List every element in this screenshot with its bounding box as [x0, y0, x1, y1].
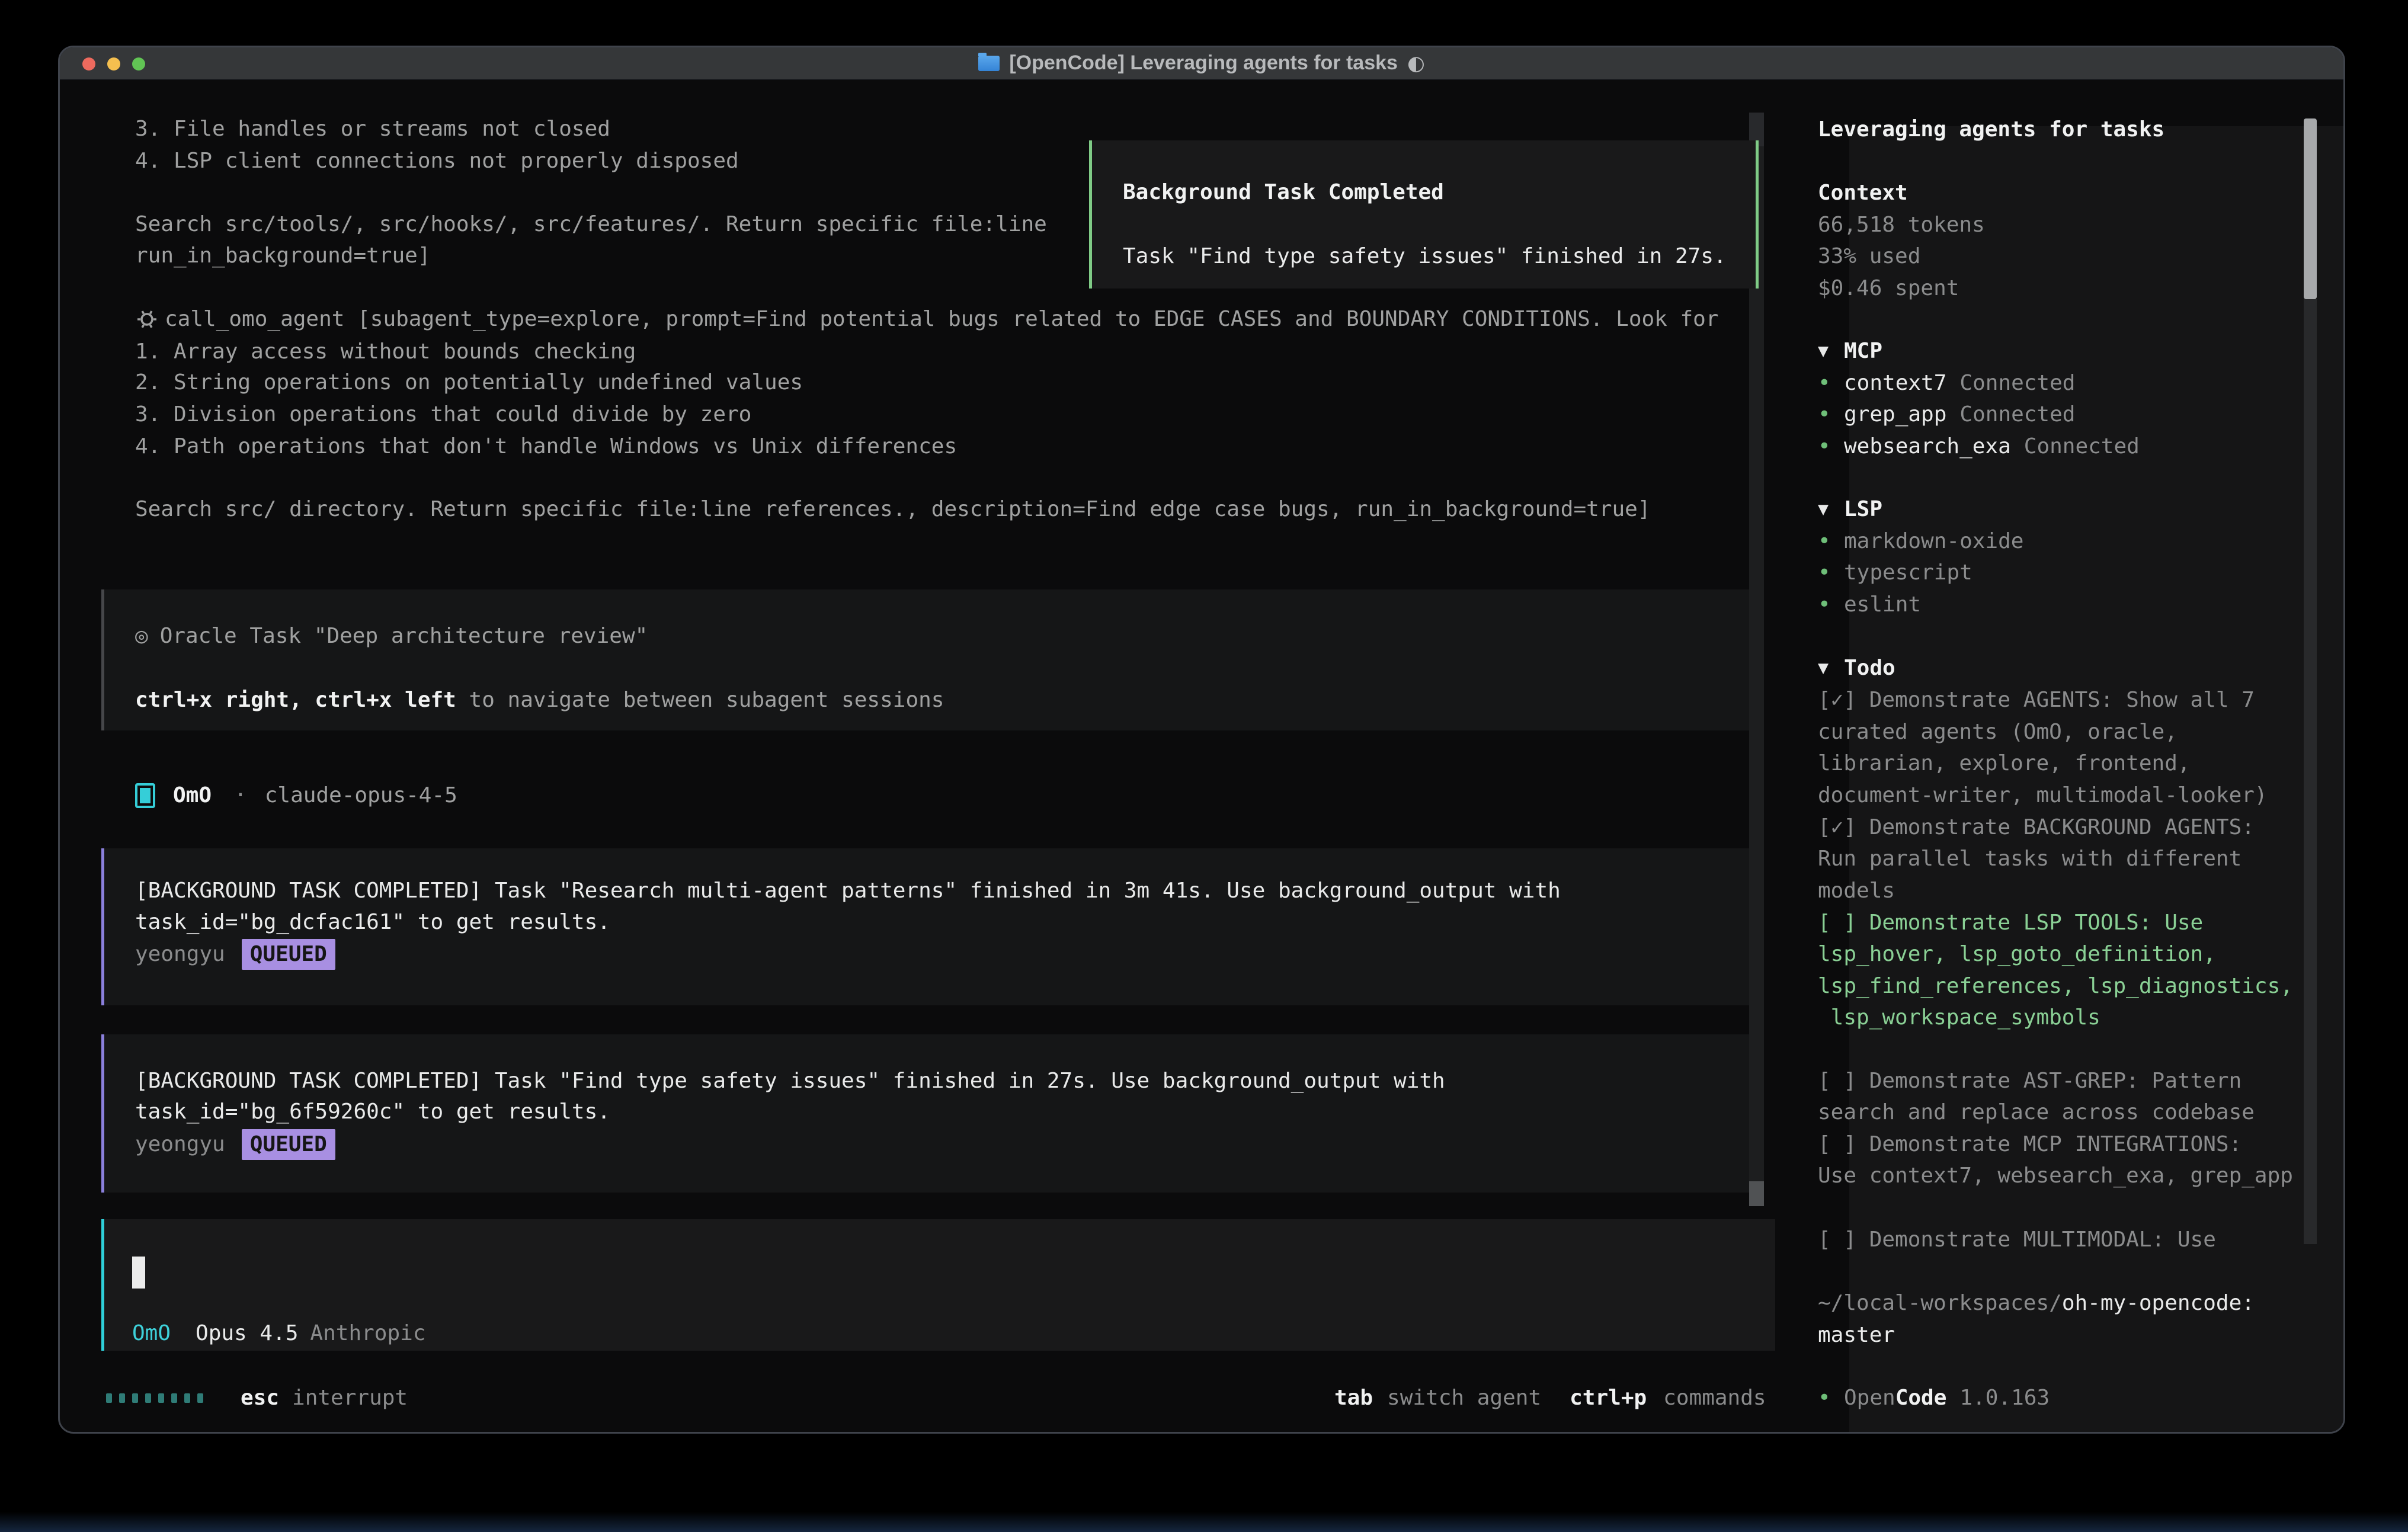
scrollback-line: 4. Path operations that don't handle Win…: [135, 431, 957, 463]
gear-icon: [135, 307, 159, 331]
text-cursor: [132, 1257, 145, 1289]
agent-model: claude-opus-4-5: [265, 780, 457, 812]
chevron-down-icon: ▼: [1818, 493, 1844, 525]
mcp-item: • grep_app Connected: [1818, 399, 2075, 431]
scrollback-line: run_in_background=true]: [135, 240, 431, 272]
task-message-meta: yeongyu QUEUED: [135, 1129, 335, 1161]
oracle-shortcut-hint: ctrl+x right, ctrl+x left to navigate be…: [135, 684, 944, 716]
context-used: 33% used: [1818, 241, 1920, 273]
scrollback-line: 3. File handles or streams not closed: [135, 113, 610, 145]
minimize-window-button[interactable]: [107, 57, 120, 70]
oracle-icon: ◎: [135, 620, 148, 652]
tool-call-line: call_omo_agent [subagent_type=explore, p…: [135, 303, 1719, 335]
todo-line: models: [1818, 875, 1895, 907]
sidebar-scrollbar-thumb[interactable]: [2304, 118, 2317, 299]
app-version: • OpenCode 1.0.163: [1818, 1382, 2050, 1414]
lsp-item: • typescript: [1818, 557, 1972, 589]
input-provider-name: Anthropic: [310, 1318, 425, 1350]
todo-line: document-writer, multimodal-looker): [1818, 780, 2268, 812]
todo-line-active: lsp_hover, lsp_goto_definition,: [1818, 938, 2216, 970]
session-title: Leveraging agents for tasks: [1818, 114, 2164, 146]
scrollback-line: Search src/ directory. Return specific f…: [135, 493, 1651, 525]
todo-line: curated agents (OmO, oracle,: [1818, 716, 2178, 748]
ctrl-p-key-hint: ctrl+p: [1570, 1382, 1647, 1414]
lsp-section-header[interactable]: ▼ LSP: [1818, 493, 1882, 525]
context-spent: $0.46 spent: [1818, 273, 1959, 305]
todo-line: [ ] Demonstrate MULTIMODAL: Use: [1818, 1224, 2216, 1256]
agent-header: OmO · claude-opus-4-5: [135, 780, 457, 812]
scrollback-line: 2. String operations on potentially unde…: [135, 367, 803, 399]
chevron-down-icon: ▼: [1818, 335, 1844, 367]
oracle-task-title: ◎ Oracle Task "Deep architecture review": [135, 620, 648, 652]
status-dot-icon: •: [1818, 589, 1844, 621]
scrollback-line: 1. Array access without bounds checking: [135, 336, 636, 368]
task-user: yeongyu: [135, 938, 225, 970]
scrollback-line: Search src/tools/, src/hooks/, src/featu…: [135, 209, 1047, 241]
status-dot-icon: •: [1818, 1382, 1844, 1414]
todo-line-active: lsp_find_references, lsp_diagnostics,: [1818, 970, 2293, 1002]
status-dot-icon: •: [1818, 525, 1844, 557]
task-message-line: task_id="bg_6f59260c" to get results.: [135, 1096, 610, 1128]
input-model-name: Opus 4.5: [196, 1318, 298, 1350]
todo-line: librarian, explore, frontend,: [1818, 748, 2191, 780]
close-window-button[interactable]: [82, 57, 95, 70]
window-title: [OpenCode] Leveraging agents for tasks: [1009, 52, 1398, 75]
mcp-section-header[interactable]: ▼ MCP: [1818, 335, 1882, 367]
zoom-window-button[interactable]: [132, 57, 145, 70]
status-dot-icon: •: [1818, 431, 1844, 463]
scrollback-line: 4. LSP client connections not properly d…: [135, 145, 739, 177]
esc-key-hint: esc: [241, 1382, 279, 1414]
status-dot-icon: •: [1818, 399, 1844, 431]
statusbar-right: tab switch agent ctrl+p commands: [1334, 1382, 1766, 1414]
task-user: yeongyu: [135, 1129, 225, 1161]
todo-line: Run parallel tasks with different: [1818, 843, 2242, 875]
todo-line-active: [ ] Demonstrate LSP TOOLS: Use: [1818, 907, 2203, 939]
tool-call-text: call_omo_agent [subagent_type=explore, p…: [165, 303, 1719, 335]
sidebar-scrollbar-track[interactable]: [2304, 299, 2317, 1244]
status-dot-icon: •: [1818, 367, 1844, 399]
statusbar-left: esc interrupt: [241, 1382, 408, 1414]
input-agent-name: OmO: [132, 1318, 171, 1350]
activity-spinner-dots: [106, 1393, 203, 1403]
status-badge: QUEUED: [242, 939, 335, 970]
omo-agent-icon: [135, 783, 155, 808]
status-badge: QUEUED: [242, 1129, 335, 1160]
context-header: Context: [1818, 177, 1908, 209]
status-dot-icon: •: [1818, 557, 1844, 589]
notification-body: Task "Find type safety issues" finished …: [1123, 241, 1727, 273]
desktop-edge-glow: [0, 1512, 2408, 1532]
lsp-item: • eslint: [1818, 589, 1921, 621]
todo-line: [ ] Demonstrate MCP INTEGRATIONS:: [1818, 1129, 2242, 1161]
lsp-item: • markdown-oxide: [1818, 525, 2023, 557]
task-message-line: [BACKGROUND TASK COMPLETED] Task "Resear…: [135, 875, 1561, 907]
todo-line: search and replace across codebase: [1818, 1097, 2255, 1129]
separator: ·: [234, 780, 247, 812]
model-indicator: OmO Opus 4.5 Anthropic: [132, 1318, 426, 1350]
todo-section-header[interactable]: ▼ Todo: [1818, 652, 1895, 684]
todo-line: Use context7, websearch_exa, grep_app: [1818, 1160, 2293, 1192]
workspace-path: ~/local-workspaces/oh-my-opencode:: [1818, 1287, 2255, 1319]
todo-line: [✓] Demonstrate BACKGROUND AGENTS:: [1818, 812, 2255, 844]
agent-name: OmO: [173, 780, 212, 812]
git-branch: master: [1818, 1319, 1895, 1351]
task-message-meta: yeongyu QUEUED: [135, 938, 335, 970]
context-tokens: 66,518 tokens: [1818, 209, 1985, 241]
todo-line: [✓] Demonstrate AGENTS: Show all 7: [1818, 684, 2255, 716]
chevron-down-icon: ▼: [1818, 652, 1844, 684]
todo-line-active: lsp_workspace_symbols: [1818, 1002, 2100, 1034]
titlebar: [OpenCode] Leveraging agents for tasks ◐: [60, 47, 2343, 80]
task-message-line: task_id="bg_dcfac161" to get results.: [135, 906, 610, 938]
scrollback-line: 3. Division operations that could divide…: [135, 399, 751, 431]
mcp-item: • context7 Connected: [1818, 367, 2075, 399]
main-scrollbar-thumb[interactable]: [1749, 1181, 1764, 1206]
task-message-line: [BACKGROUND TASK COMPLETED] Task "Find t…: [135, 1065, 1445, 1097]
loading-spinner-icon: ◐: [1407, 52, 1425, 75]
todo-line: [ ] Demonstrate AST-GREP: Pattern: [1818, 1065, 2242, 1097]
folder-icon: [978, 56, 1000, 71]
mcp-item: • websearch_exa Connected: [1818, 431, 2140, 463]
notification-title: Background Task Completed: [1123, 177, 1444, 209]
tab-key-hint: tab: [1334, 1382, 1373, 1414]
